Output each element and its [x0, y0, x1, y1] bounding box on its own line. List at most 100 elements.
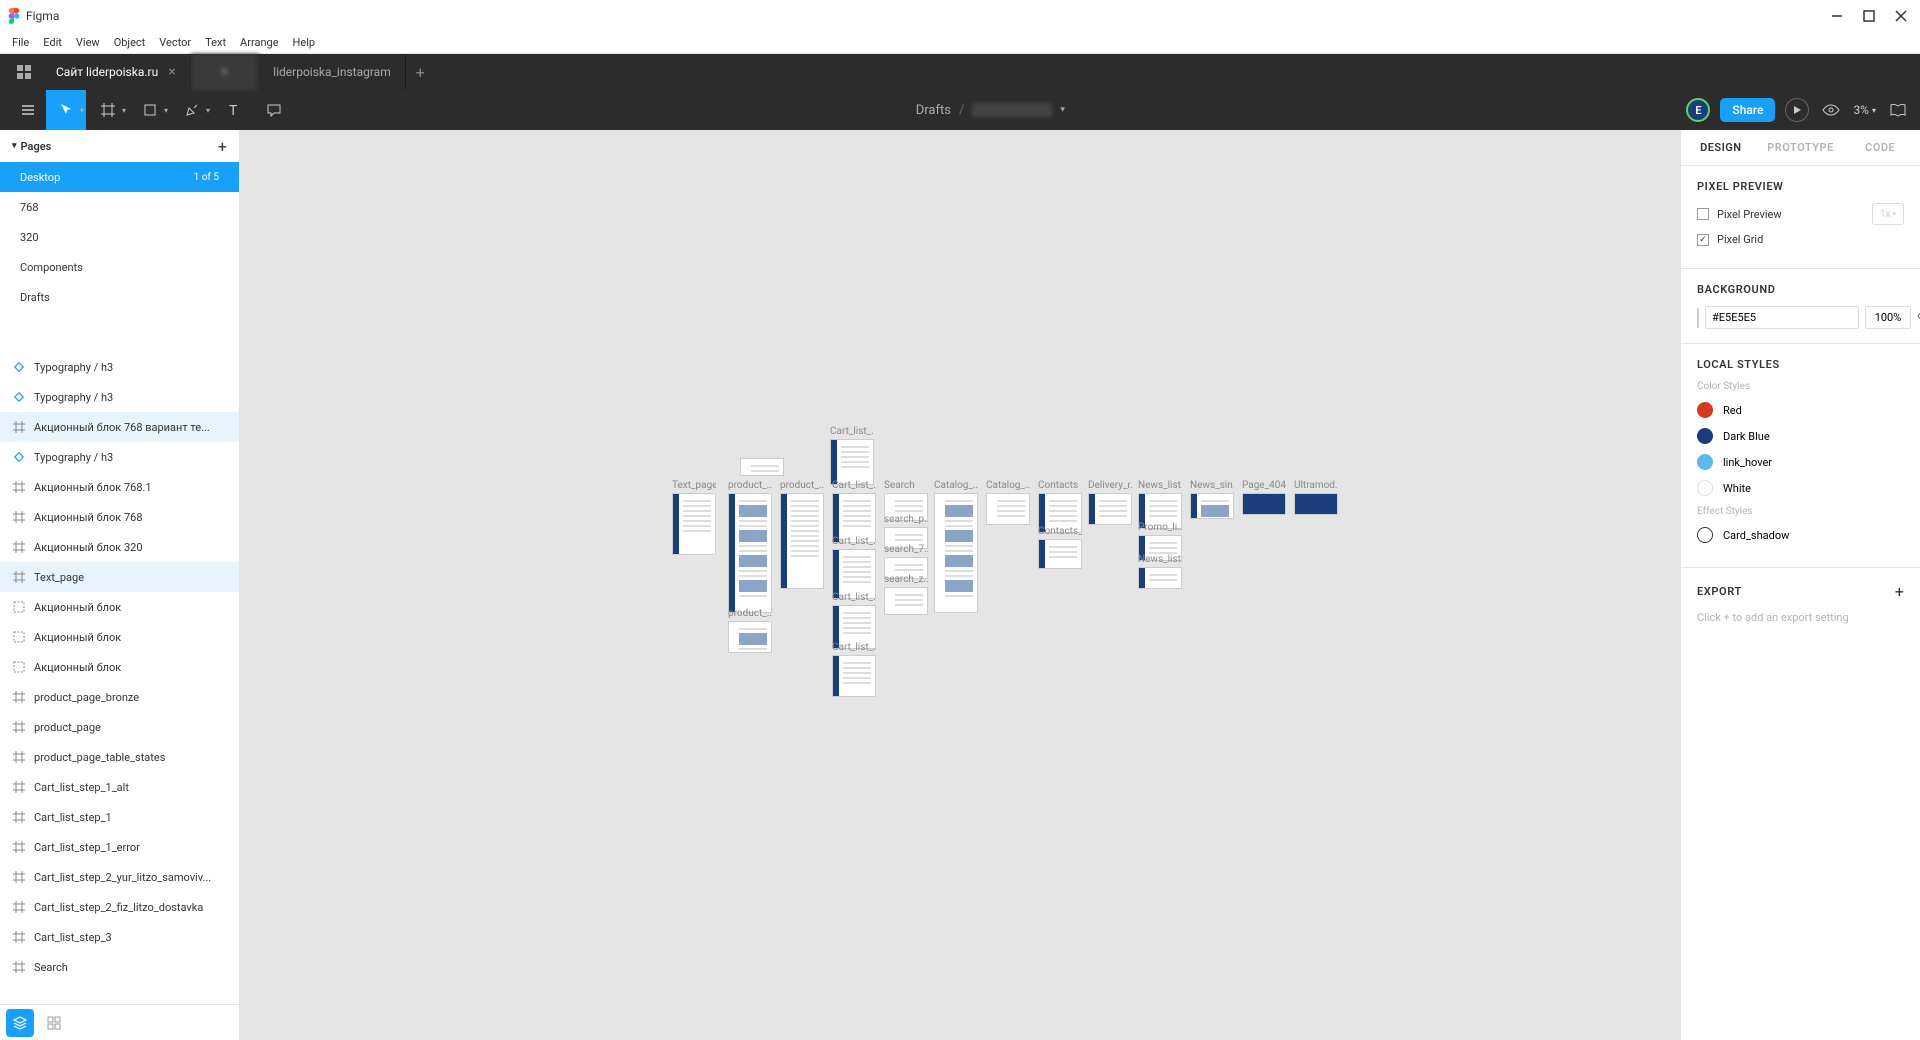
layer-item[interactable]: product_page_bronze [0, 682, 239, 712]
window-minimize-icon[interactable] [1830, 9, 1844, 23]
layer-item[interactable]: Cart_list_step_1_error [0, 832, 239, 862]
pages-section-header[interactable]: ▾ Pages [12, 140, 51, 153]
inspector-tab-code[interactable]: CODE [1840, 141, 1920, 154]
add-export-button[interactable]: + [1895, 582, 1904, 601]
tab-close-icon[interactable]: × [168, 64, 175, 80]
canvas-frame[interactable]: Ultramod... [1294, 480, 1338, 515]
layers-tab-icon[interactable] [6, 1009, 34, 1037]
add-page-button[interactable]: + [218, 137, 227, 156]
color-style-row[interactable]: link_hover [1697, 454, 1904, 470]
tab-close-icon[interactable]: × [221, 64, 228, 80]
canvas-frame[interactable]: Cart_list_... [832, 592, 876, 649]
canvas-frame[interactable]: Cart_list_... [832, 536, 876, 599]
user-avatar[interactable]: E [1686, 98, 1710, 122]
text-tool-button[interactable]: T [214, 90, 254, 130]
move-tool-dropdown[interactable]: ▾ [80, 106, 84, 115]
frame-tool-dropdown[interactable]: ▾ [122, 106, 126, 115]
share-button[interactable]: Share [1720, 98, 1775, 122]
canvas-frame[interactable]: Cart_list_... [832, 642, 876, 697]
layer-item[interactable]: Cart_list_step_2_yur_litzo_samoviv... [0, 862, 239, 892]
menu-help[interactable]: Help [293, 36, 316, 49]
canvas[interactable]: Cart_list_... Text_page product_...product… [240, 130, 1680, 1040]
assets-tab-icon[interactable] [40, 1009, 68, 1037]
zoom-level[interactable]: 3%▾ [1853, 103, 1876, 117]
canvas-frame[interactable]: News_list... [1138, 554, 1182, 589]
layer-item[interactable]: Акционный блок [0, 622, 239, 652]
file-tab[interactable]: × [191, 54, 259, 90]
file-tab[interactable]: Сайт liderpoiska.ru× [42, 54, 191, 90]
canvas-frame[interactable]: Catalog_... [934, 480, 978, 613]
effect-style-row[interactable]: Card_shadow [1697, 527, 1904, 543]
main-menu-button[interactable] [10, 90, 46, 130]
layer-item[interactable]: Акционный блок 768 [0, 502, 239, 532]
layer-item[interactable]: Акционный блок 320 [0, 532, 239, 562]
pixel-grid-checkbox[interactable] [1697, 234, 1709, 246]
breadcrumb-root[interactable]: Drafts [916, 103, 951, 118]
color-style-row[interactable]: White [1697, 480, 1904, 496]
layer-item[interactable]: Акционный блок [0, 652, 239, 682]
canvas-frame[interactable]: Page_404 [1242, 480, 1286, 515]
menu-vector[interactable]: Vector [159, 36, 191, 49]
layer-item[interactable]: Typography / h3 [0, 352, 239, 382]
inspector-tab-design[interactable]: DESIGN [1681, 141, 1761, 154]
window-close-icon[interactable] [1894, 9, 1908, 23]
window-maximize-icon[interactable] [1862, 9, 1876, 23]
page-item[interactable]: 320 [0, 222, 239, 252]
page-item[interactable]: Components [0, 252, 239, 282]
layer-item[interactable]: Cart_list_step_1 [0, 802, 239, 832]
layer-item[interactable]: Акционный блок [0, 592, 239, 622]
color-style-row[interactable]: Red [1697, 402, 1904, 418]
pixel-preview-scale[interactable]: 1x ▾ [1872, 203, 1904, 225]
bg-hex-input[interactable] [1705, 306, 1859, 329]
menu-object[interactable]: Object [114, 36, 146, 49]
layer-item[interactable]: Search [0, 952, 239, 982]
page-item[interactable]: Desktop1 of 5 [0, 162, 239, 192]
comment-tool-button[interactable] [254, 90, 294, 130]
present-button[interactable] [1785, 98, 1809, 122]
layer-item[interactable]: Cart_list_step_3 [0, 922, 239, 952]
menu-file[interactable]: File [12, 36, 29, 49]
canvas-frame[interactable]: Delivery_r... [1088, 480, 1132, 525]
home-grid-icon[interactable] [14, 62, 34, 82]
file-tab[interactable]: liderpoiska_instagram [259, 54, 406, 90]
layer-item[interactable]: Text_page [0, 562, 239, 592]
layer-item[interactable]: Cart_list_step_2_fiz_litzo_dostavka [0, 892, 239, 922]
menu-text[interactable]: Text [205, 36, 226, 49]
pixel-preview-checkbox[interactable] [1697, 208, 1709, 220]
canvas-frame[interactable]: product_... [780, 480, 824, 589]
bg-color-swatch[interactable] [1697, 308, 1699, 328]
view-settings-icon[interactable] [1819, 98, 1843, 122]
inspector-tab-prototype[interactable]: PROTOTYPE [1761, 141, 1841, 154]
layer-item[interactable]: Акционный блок 768 вариант те... [0, 412, 239, 442]
canvas-frame[interactable]: News_sin... [1190, 480, 1234, 519]
canvas-frame[interactable]: product_... [728, 608, 772, 653]
canvas-frame[interactable]: search_z... [884, 574, 928, 615]
menu-arrange[interactable]: Arrange [240, 36, 278, 49]
page-item[interactable]: 768 [0, 192, 239, 222]
layer-item[interactable]: Typography / h3 [0, 382, 239, 412]
layer-item[interactable]: product_page_table_states [0, 742, 239, 772]
breadcrumb-file-redacted[interactable] [972, 103, 1052, 117]
canvas-frame[interactable]: Text_page [672, 480, 716, 555]
color-style-row[interactable]: Dark Blue [1697, 428, 1904, 444]
canvas-frame[interactable]: Contacts_... [1038, 526, 1082, 569]
shape-tool-dropdown[interactable]: ▾ [164, 106, 168, 115]
bg-opacity-input[interactable] [1865, 306, 1911, 329]
color-styles-subtitle: Color Styles [1697, 381, 1904, 392]
breadcrumb-dropdown-icon[interactable]: ▾ [1060, 105, 1065, 115]
canvas-frame[interactable]: product_... [728, 480, 772, 613]
layer-item[interactable]: Акционный блок 768.1 [0, 472, 239, 502]
page-item[interactable]: Drafts [0, 282, 239, 312]
new-tab-button[interactable]: + [406, 63, 435, 82]
pen-tool-dropdown[interactable]: ▾ [206, 106, 210, 115]
library-icon[interactable] [1886, 98, 1910, 122]
canvas-frame[interactable]: Cart_list_... [830, 426, 874, 485]
layer-item[interactable]: Typography / h3 [0, 442, 239, 472]
layer-item[interactable]: product_page [0, 712, 239, 742]
canvas-frame[interactable]: Cart_list_... [832, 480, 876, 543]
canvas-frame[interactable] [740, 458, 784, 476]
layer-item[interactable]: Cart_list_step_1_alt [0, 772, 239, 802]
canvas-frame[interactable]: Catalog_... [986, 480, 1030, 525]
menu-view[interactable]: View [76, 36, 100, 49]
menu-edit[interactable]: Edit [43, 36, 62, 49]
